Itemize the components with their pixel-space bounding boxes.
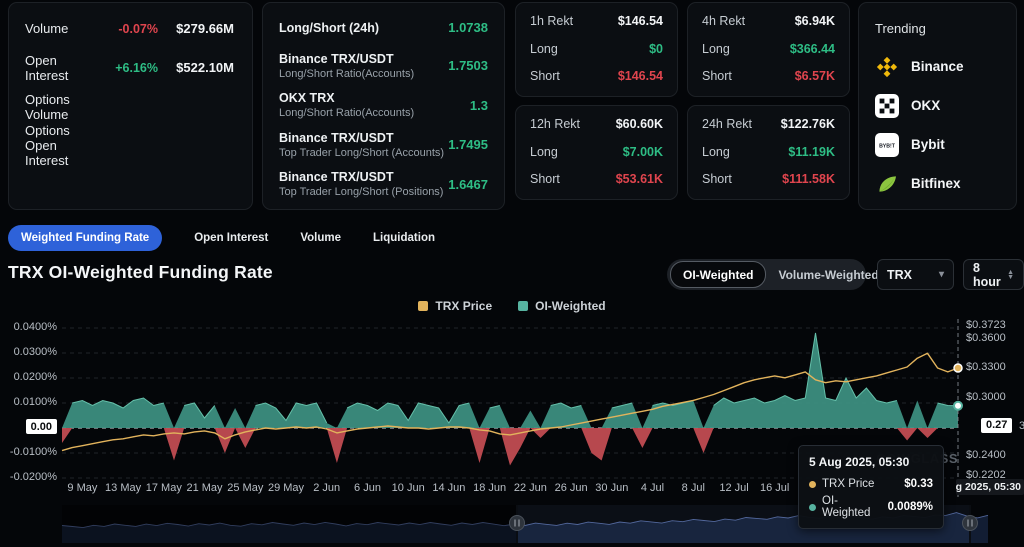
- x-axis-tick: 12 Jul: [719, 482, 748, 494]
- app-root: Volume-0.07%$279.66MOpen Interest+6.16%$…: [0, 0, 1024, 547]
- x-axis-tick: 30 Jun: [595, 482, 628, 494]
- right-axis-tick: $0.3300: [966, 361, 1006, 373]
- x-axis-tick: 6 Jun: [354, 482, 381, 494]
- chart-tooltip: 5 Aug 2025, 05:30 TRX Price $0.33 OI-Weigh…: [798, 445, 944, 529]
- x-axis-tick: 2 Jun: [313, 482, 340, 494]
- x-axis-tick: 21 May: [186, 482, 222, 494]
- tooltip-series-dot: [809, 481, 816, 488]
- right-axis-tick-remnant: 30: [1019, 420, 1024, 432]
- navigator-handle-right[interactable]: [963, 516, 978, 531]
- left-axis-tick: -0.0200%: [10, 471, 57, 483]
- tooltip-series-value: 0.0089%: [888, 501, 933, 513]
- x-axis-tick: 9 May: [67, 482, 97, 494]
- navigator-handle-left[interactable]: [510, 516, 525, 531]
- x-axis-tick: 18 Jun: [473, 482, 506, 494]
- left-axis-zero-label: 0.00: [26, 419, 57, 434]
- tooltip-row: TRX Price $0.33: [809, 478, 933, 490]
- right-axis-tick: $0.3000: [966, 391, 1006, 403]
- right-axis-zero-label: 0.27: [981, 418, 1012, 433]
- left-axis-tick: 0.0200%: [14, 371, 57, 383]
- x-axis-tick: 10 Jun: [392, 482, 425, 494]
- tooltip-row: OI-Weighted 0.0089%: [809, 495, 933, 519]
- x-axis-tick: 13 May: [105, 482, 141, 494]
- navigator-dim-left: [62, 505, 517, 543]
- x-axis-tick: 4 Jul: [641, 482, 664, 494]
- left-axis-tick: 0.0400%: [14, 321, 57, 333]
- tooltip-series-value: $0.33: [904, 478, 933, 490]
- right-axis-tick: $0.2400: [966, 449, 1006, 461]
- x-axis-tick: 26 Jun: [555, 482, 588, 494]
- x-axis-tick: 8 Jul: [682, 482, 705, 494]
- tooltip-series-label: TRX Price: [822, 478, 898, 490]
- tooltip-series-label: OI-Weighted: [822, 495, 882, 519]
- x-axis-tick: 14 Jun: [432, 482, 465, 494]
- x-axis-tick: 25 May: [227, 482, 263, 494]
- left-axis-tick: -0.0100%: [10, 446, 57, 458]
- left-axis-tick: 0.0100%: [14, 396, 57, 408]
- crosshair-funding-dot: [954, 402, 962, 410]
- x-axis-tick: 22 Jun: [514, 482, 547, 494]
- x-axis-tick: 17 May: [146, 482, 182, 494]
- right-axis-tick: $0.3723: [966, 319, 1006, 331]
- x-axis-tick: 16 Jul: [760, 482, 789, 494]
- crosshair-time-label: 5 Aug 2025, 05:30: [956, 479, 1024, 495]
- oi-weighted-area-positive: [62, 333, 958, 428]
- right-axis-tick: $0.3600: [966, 332, 1006, 344]
- tooltip-date: 5 Aug 2025, 05:30: [809, 455, 933, 469]
- crosshair-price-dot: [954, 364, 962, 372]
- x-axis-tick: 29 May: [268, 482, 304, 494]
- tooltip-series-dot: [809, 504, 816, 511]
- left-axis-tick: 0.0300%: [14, 346, 57, 358]
